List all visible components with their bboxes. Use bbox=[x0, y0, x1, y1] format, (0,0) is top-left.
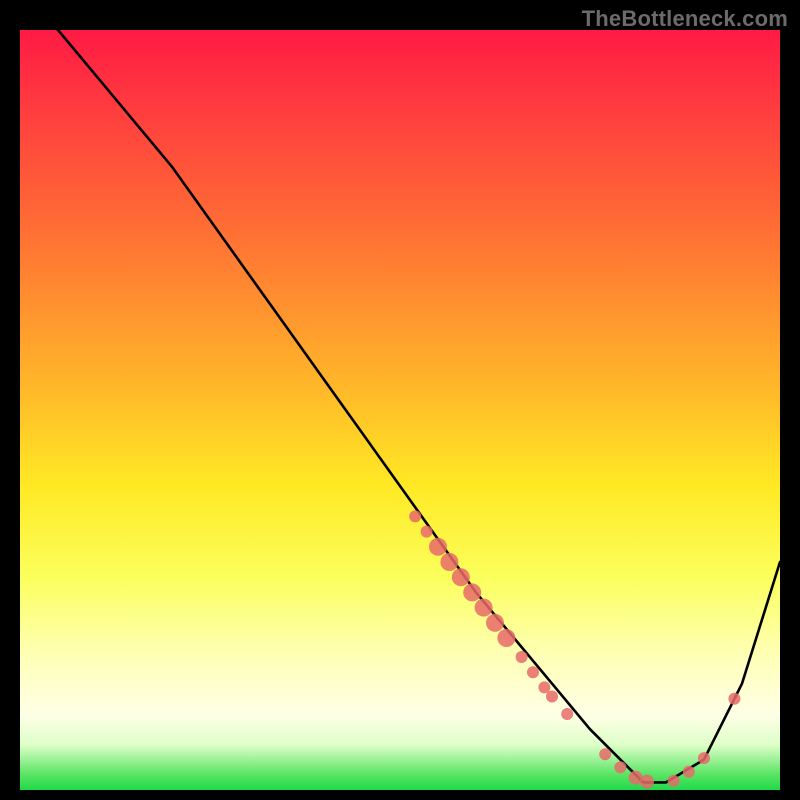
data-marker bbox=[486, 614, 504, 632]
data-marker bbox=[452, 568, 470, 586]
data-markers-group bbox=[409, 510, 740, 788]
data-marker bbox=[668, 775, 680, 787]
data-marker bbox=[429, 538, 447, 556]
data-marker bbox=[546, 691, 558, 703]
chart-frame bbox=[20, 30, 780, 790]
data-marker bbox=[463, 583, 481, 601]
data-marker bbox=[527, 666, 539, 678]
plot-area bbox=[20, 30, 780, 790]
data-marker bbox=[421, 526, 433, 538]
data-marker bbox=[728, 693, 740, 705]
data-marker bbox=[698, 752, 710, 764]
watermark-text: TheBottleneck.com bbox=[582, 6, 788, 32]
data-marker bbox=[475, 599, 493, 617]
chart-svg bbox=[20, 30, 780, 790]
data-marker bbox=[409, 510, 421, 522]
data-marker bbox=[599, 748, 611, 760]
data-marker bbox=[516, 651, 528, 663]
data-marker bbox=[440, 553, 458, 571]
bottleneck-curve bbox=[20, 0, 780, 782]
data-marker bbox=[497, 629, 515, 647]
data-marker bbox=[614, 761, 626, 773]
data-marker bbox=[640, 775, 654, 789]
data-marker bbox=[561, 708, 573, 720]
data-marker bbox=[683, 766, 695, 778]
